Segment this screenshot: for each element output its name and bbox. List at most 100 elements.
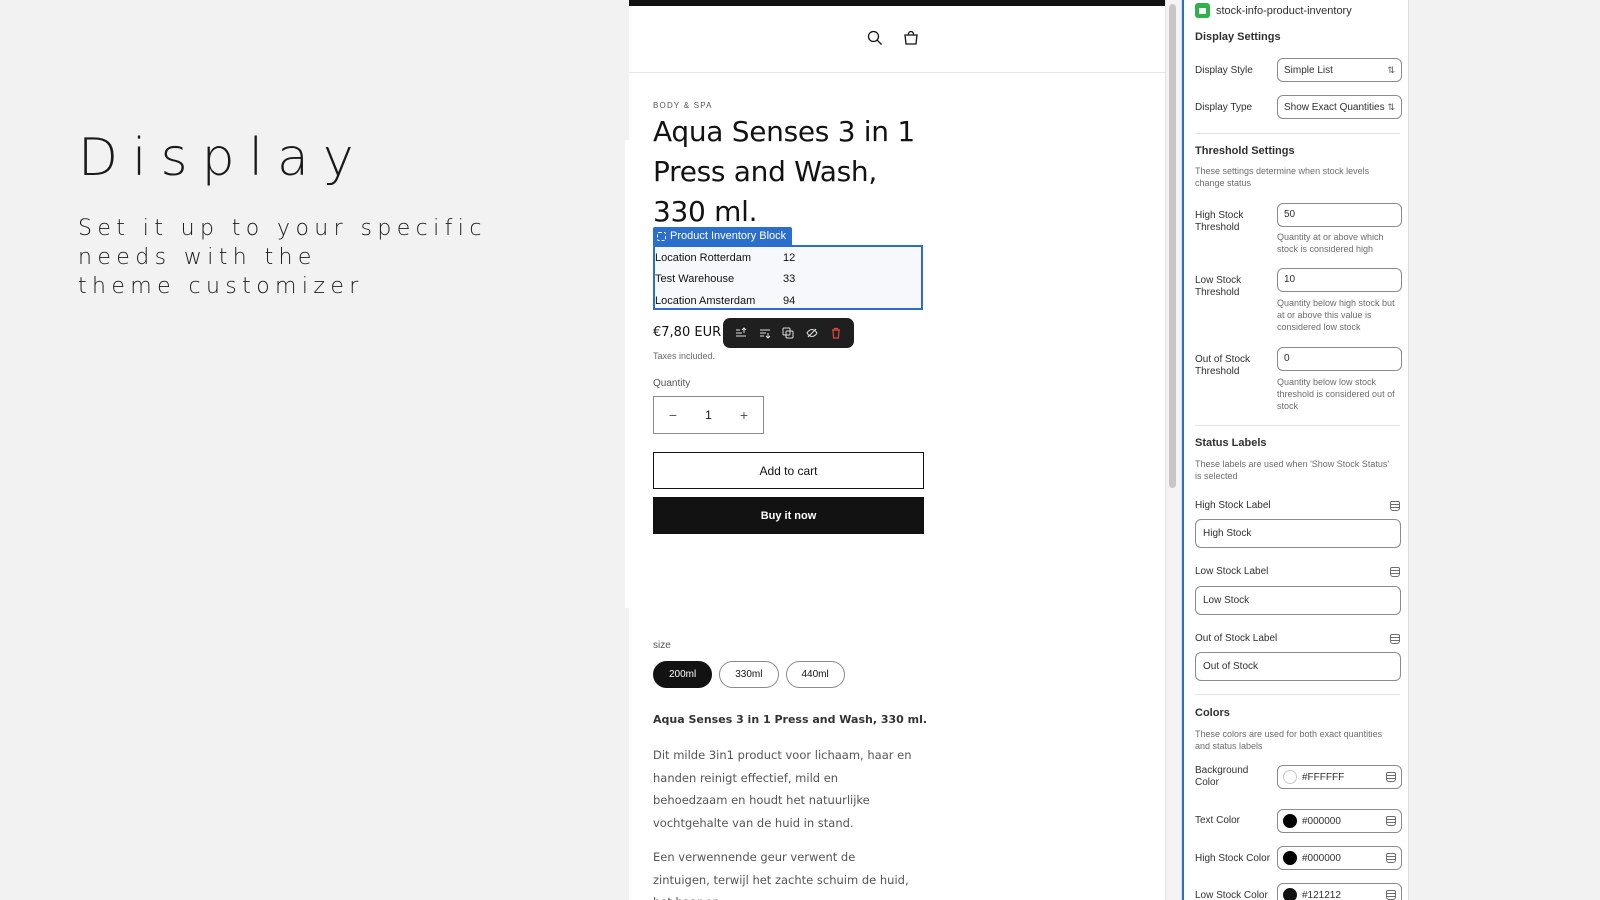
section-divider <box>1195 425 1400 426</box>
low-stock-color-input[interactable]: #121212 <box>1277 883 1402 900</box>
description-title: Aqua Senses 3 in 1 Press and Wash, 330 m… <box>653 713 928 726</box>
inventory-row: Test Warehouse 33 <box>655 269 921 291</box>
inventory-quantity: 12 <box>783 251 796 264</box>
display-settings-title: Display Settings <box>1195 31 1281 43</box>
move-down-icon[interactable] <box>756 324 774 342</box>
color-swatch[interactable] <box>1283 851 1297 865</box>
hero-subtitle: Set it up to your specific needs with th… <box>78 214 487 301</box>
dynamic-source-icon[interactable] <box>1390 500 1400 511</box>
dynamic-source-icon[interactable] <box>1386 890 1396 900</box>
selection-icon <box>657 231 666 241</box>
app-logo-icon <box>1195 3 1210 18</box>
section-divider <box>1195 694 1400 695</box>
dynamic-source-icon[interactable] <box>1386 816 1396 826</box>
display-type-label: Display Type <box>1195 102 1253 113</box>
out-of-stock-threshold-input[interactable]: 0 <box>1277 347 1402 371</box>
display-type-select[interactable]: Show Exact Quantities ⇅ <box>1277 95 1402 119</box>
display-style-select[interactable]: Simple List ⇅ <box>1277 58 1402 82</box>
size-option-330ml[interactable]: 330ml <box>719 661 779 688</box>
text-color-label: Text Color <box>1195 815 1241 826</box>
inventory-location: Test Warehouse <box>655 273 735 286</box>
inventory-quantity: 33 <box>783 273 796 286</box>
text-color-input[interactable]: #000000 <box>1277 809 1402 833</box>
size-options: 200ml 330ml 440ml <box>653 661 845 688</box>
select-chevron-icon: ⇅ <box>1387 64 1395 75</box>
settings-panel: stock-info-product-inventory Display Set… <box>1181 0 1409 900</box>
description-paragraph: Een verwennende geur verwent de zintuige… <box>653 850 909 900</box>
high-stock-color-input[interactable]: #000000 <box>1277 846 1402 870</box>
buy-now-button[interactable]: Buy it now <box>653 497 924 534</box>
quantity-label: Quantity <box>653 378 691 389</box>
dynamic-source-icon[interactable] <box>1386 772 1396 782</box>
high-stock-label-label: High Stock Label <box>1195 500 1271 511</box>
move-up-icon[interactable] <box>732 324 750 342</box>
app-name: stock-info-product-inventory <box>1216 4 1352 17</box>
hero-subtitle-line: needs with the <box>78 245 317 270</box>
decrease-button[interactable]: − <box>666 407 680 423</box>
hero-title: Display <box>78 128 368 188</box>
color-hex: #000000 <box>1302 815 1341 827</box>
high-stock-label-input[interactable]: High Stock <box>1195 519 1401 548</box>
low-stock-color-label: Low Stock Color <box>1195 890 1268 900</box>
search-icon[interactable] <box>865 28 885 48</box>
background-color-input[interactable]: #FFFFFF <box>1277 765 1402 789</box>
inventory-location: Location Rotterdam <box>655 251 751 264</box>
colors-help: These colors are used for both exact qua… <box>1195 729 1383 751</box>
high-stock-label-row: High Stock Label <box>1195 500 1400 511</box>
header-icons <box>865 28 921 48</box>
high-stock-threshold-input[interactable]: 50 <box>1277 203 1402 227</box>
threshold-settings-title: Threshold Settings <box>1195 145 1295 157</box>
header-divider <box>629 72 1165 73</box>
settings-panel-content: stock-info-product-inventory Display Set… <box>1182 0 1408 900</box>
hero-subtitle-line: Set it up to your specific <box>78 216 487 241</box>
quantity-stepper: − 1 + <box>653 396 764 434</box>
cart-icon[interactable] <box>901 28 921 48</box>
display-type-value: Show Exact Quantities <box>1284 101 1385 113</box>
background-color-label: Background Color <box>1195 765 1249 788</box>
product-price: €7,80 EUR <box>653 325 722 340</box>
color-hex: #FFFFFF <box>1302 771 1345 783</box>
high-stock-threshold-help: Quantity at or above which stock is cons… <box>1277 232 1384 254</box>
color-swatch[interactable] <box>1283 770 1297 784</box>
inventory-row: Location Rotterdam 12 <box>655 247 921 269</box>
scrollbar-thumb[interactable] <box>1169 4 1176 488</box>
inventory-row: Location Amsterdam 94 <box>655 290 921 312</box>
size-option-200ml[interactable]: 200ml <box>653 661 713 688</box>
dynamic-source-icon[interactable] <box>1386 853 1396 863</box>
high-stock-color-label: High Stock Color <box>1195 853 1271 864</box>
out-of-stock-threshold-label: Out of Stock Threshold <box>1195 354 1251 377</box>
low-stock-label-row: Low Stock Label <box>1195 566 1400 577</box>
hide-icon[interactable] <box>803 324 821 342</box>
status-labels-help: These labels are used when 'Show Stock S… <box>1195 459 1390 481</box>
out-of-stock-label-row: Out of Stock Label <box>1195 633 1400 644</box>
store-preview: BODY & SPA Aqua Senses 3 in 1 Press and … <box>629 0 1165 900</box>
product-vendor: BODY & SPA <box>653 101 713 110</box>
colors-title: Colors <box>1195 707 1230 719</box>
display-style-value: Simple List <box>1284 64 1333 76</box>
preview-scrollbar[interactable] <box>1165 0 1179 900</box>
out-of-stock-label-input[interactable]: Out of Stock <box>1195 652 1401 681</box>
low-stock-threshold-help: Quantity below high stock but at or abov… <box>1277 298 1395 332</box>
color-swatch[interactable] <box>1283 814 1297 828</box>
dynamic-source-icon[interactable] <box>1390 566 1400 577</box>
section-divider <box>1195 133 1400 134</box>
display-style-label: Display Style <box>1195 65 1253 76</box>
threshold-settings-help: These settings determine when stock leve… <box>1195 166 1370 188</box>
color-swatch[interactable] <box>1283 888 1297 900</box>
low-stock-threshold-input[interactable]: 10 <box>1277 268 1402 292</box>
low-stock-label-label: Low Stock Label <box>1195 566 1269 577</box>
increase-button[interactable]: + <box>737 407 751 423</box>
select-chevron-icon: ⇅ <box>1387 101 1395 112</box>
quantity-input[interactable]: 1 <box>705 408 712 422</box>
announcement-bar <box>629 0 1165 6</box>
dynamic-source-icon[interactable] <box>1390 633 1400 644</box>
add-to-cart-button[interactable]: Add to cart <box>653 452 924 489</box>
block-selection-tag[interactable]: Product Inventory Block <box>653 227 793 245</box>
low-stock-label-input[interactable]: Low Stock <box>1195 586 1401 615</box>
duplicate-icon[interactable] <box>779 324 797 342</box>
delete-icon[interactable] <box>827 324 845 342</box>
block-tag-label: Product Inventory Block <box>670 230 787 242</box>
size-option-440ml[interactable]: 440ml <box>785 661 845 688</box>
out-of-stock-threshold-help: Quantity below low stock threshold is co… <box>1277 377 1395 411</box>
product-inventory-block[interactable]: Location Rotterdam 12 Test Warehouse 33 … <box>653 245 923 310</box>
